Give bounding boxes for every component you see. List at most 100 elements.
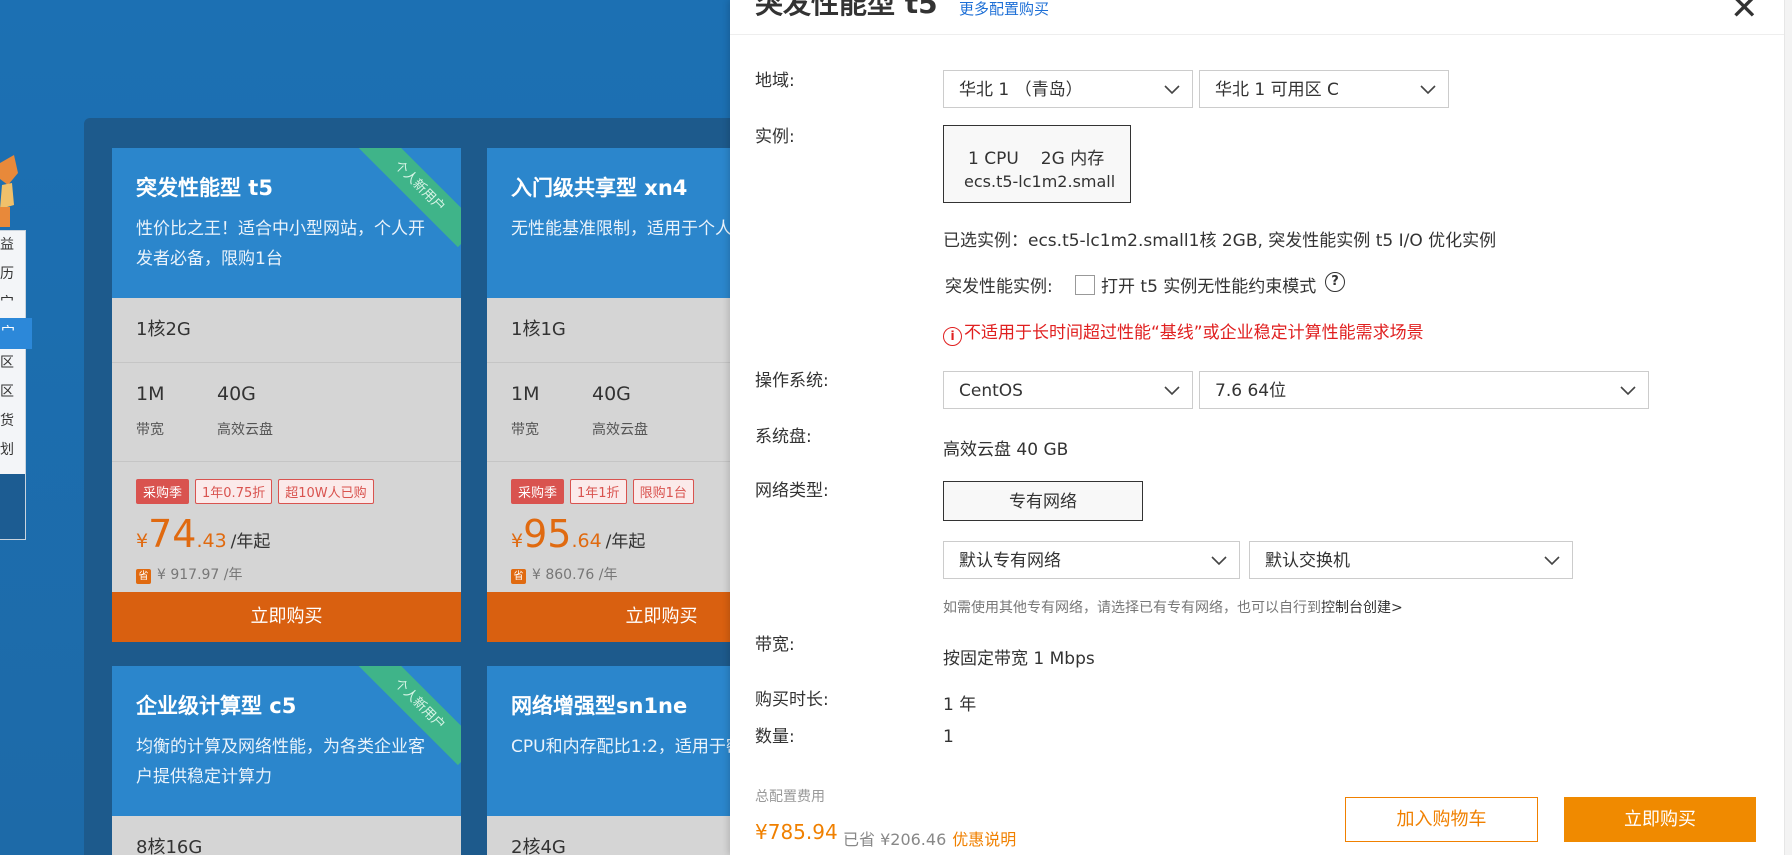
price-integer: 74 [148,512,197,556]
warning-message: 不适用于长时间超过性能“基线”或企业稳定计算性能需求场景 [964,323,1424,343]
buy-now-button[interactable]: 立即购买 [1564,797,1756,842]
unlimited-mode-label: 打开 t5 实例无性能约束模式 [1101,277,1317,297]
fee-saved-text: 已省 ¥206.46 [843,830,947,849]
original-price-text: ¥ 860.76 /年 [532,567,618,583]
disk-value: 高效云盘 40 GB [943,440,1069,460]
info-icon: i [943,327,962,346]
card-specs: 1M 带宽 40G 高效云盘 [487,363,730,462]
vpc-value: 默认专有网络 [959,551,1061,571]
nav-item[interactable]: 宀 [0,289,25,318]
selected-instance-text: 已选实例：ecs.t5-lc1m2.small1核 2GB, 突发性能实例 t5… [943,231,1497,251]
instance-type: ecs.t5-lc1m2.small [964,172,1116,191]
chevron-down-icon [1620,372,1636,410]
console-create-link[interactable]: 控制台创建> [1321,600,1403,616]
zone-value: 华北 1 可用区 C [1215,80,1339,100]
chevron-down-icon [1164,71,1180,109]
disk-value: 40G [592,383,631,405]
fee-saved: 已省 ¥206.46 优惠说明 [843,826,1016,850]
burst-label: 突发性能实例: [945,277,1053,297]
card-price: ¥95.64/年起 [511,512,645,556]
card-spec: 8核16G [112,816,461,855]
vpc-hint: 如需使用其他专有网络，请选择已有专有网络，也可以自行到控制台创建> [943,597,1403,617]
instance-memory: 2G 内存 [1040,149,1105,169]
chevron-down-icon [1544,542,1560,580]
region-select[interactable]: 华北 1 （青岛） [943,70,1193,108]
chevron-down-icon [1211,542,1227,580]
card-header: 突发性能型 t5 性价比之王！适合中小型网站，个人开发者必备，限购1台 个人新用… [112,148,461,298]
vpc-network-option[interactable]: 专有网络 [943,481,1143,521]
total-fee-label: 总配置费用 [755,789,825,805]
card-specs: 1M 带宽 40G 高效云盘 [112,363,461,462]
card-spec: 1核2G [112,298,461,363]
total-fee-price: ¥785.94 [755,820,838,844]
zone-select[interactable]: 华北 1 可用区 C [1199,70,1449,108]
duration-value: 1 年 [943,695,977,715]
original-price: 省 ¥ 860.76 /年 [511,564,618,584]
card-spec: 2核4G [487,816,730,855]
card-title: 入门级共享型 xn4 [511,176,688,200]
nav-item[interactable]: 货 [0,407,25,436]
bandwidth-value: 1M [511,383,540,405]
disk-label: 系统盘: [755,427,812,447]
product-card-c5: 企业级计算型 c5 均衡的计算及网络性能，为各类企业客户提供稳定计算力 个人新用… [112,666,461,855]
disk-label: 高效云盘 [592,422,648,438]
bandwidth-value: 按固定带宽 1 Mbps [943,649,1095,669]
product-card-sn1ne: 网络增强型sn1ne CPU和内存配比1:2，适用于密集型应用 2核4G [487,666,730,855]
nav-item[interactable]: 区 [0,378,25,407]
price-decimal: .64 [571,530,602,552]
card-buy-button[interactable]: 立即购买 [112,592,461,642]
nav-item-active[interactable]: 宀 [0,318,32,349]
left-category-nav: 益 历 宀 宀 区 区 货 划 [0,230,32,540]
os-value: CentOS [959,381,1023,401]
purchase-drawer: 突发性能型 t5 更多配置购买 ✕ 地域: 华北 1 （青岛） 华北 1 可用区… [730,0,1792,855]
price-currency: ¥ [511,530,524,552]
drawer-header: 突发性能型 t5 更多配置购买 ✕ [730,0,1792,35]
promo-tag: 1年1折 [570,479,627,504]
nav-item[interactable]: 划 [0,436,25,465]
add-to-cart-button[interactable]: 加入购物车 [1345,797,1538,842]
card-description: CPU和内存配比1:2，适用于密集型应用 [511,737,730,757]
card-price: ¥74.43/年起 [136,512,270,556]
os-label: 操作系统: [755,371,829,391]
network-label: 网络类型: [755,481,829,501]
mascot-illustration [0,155,18,230]
quantity-value: 1 [943,727,954,747]
help-icon[interactable]: ? [1325,272,1345,292]
promo-tag: 采购季 [511,479,565,504]
card-buy-button[interactable]: 立即购买 [487,592,730,642]
os-version-select[interactable]: 7.6 64位 [1199,371,1649,409]
quantity-label: 数量: [755,727,795,747]
nav-item[interactable]: 益 [0,231,25,260]
promo-tag: 超10W人已购 [278,479,374,504]
close-icon[interactable]: ✕ [1730,0,1759,28]
original-price: 省 ¥ 917.97 /年 [136,564,243,584]
duration-label: 购买时长: [755,690,829,710]
region-value: 华北 1 （青岛） [959,80,1083,100]
disk-value: 40G [217,383,256,405]
instance-option[interactable]: 1 CPU 2G 内存 ecs.t5-lc1m2.small [943,125,1131,203]
discount-info-link[interactable]: 优惠说明 [952,830,1016,849]
card-title: 网络增强型sn1ne [511,694,688,718]
os-select[interactable]: CentOS [943,371,1193,409]
card-header: 入门级共享型 xn4 无性能基准限制，适用于个人小型网站 [487,148,730,298]
chevron-down-icon [1164,372,1180,410]
bandwidth-label: 带宽: [755,635,795,655]
vswitch-select[interactable]: 默认交换机 [1249,541,1573,579]
region-label: 地域: [755,71,795,91]
nav-item[interactable]: 区 [0,349,25,378]
product-card-t5: 突发性能型 t5 性价比之王！适合中小型网站，个人开发者必备，限购1台 个人新用… [112,148,461,642]
save-badge-icon: 省 [136,569,151,584]
instance-cpu: 1 CPU [968,149,1019,169]
nav-footer [0,474,25,539]
price-unit: /年起 [230,532,271,552]
vpc-select[interactable]: 默认专有网络 [943,541,1240,579]
background-page: 益 历 宀 宀 区 区 货 划 突发性能型 t5 性价比之王！适合中小型网站，个… [0,0,730,855]
vpc-hint-text: 如需使用其他专有网络，请选择已有专有网络，也可以自行到 [943,600,1321,616]
more-config-link[interactable]: 更多配置购买 [959,0,1049,19]
save-badge-icon: 省 [511,569,526,584]
instance-label: 实例: [755,127,795,147]
drawer-scrollbar[interactable] [1784,0,1792,855]
unlimited-mode-checkbox[interactable] [1075,275,1095,295]
nav-item[interactable]: 历 [0,260,25,289]
price-unit: /年起 [605,532,646,552]
